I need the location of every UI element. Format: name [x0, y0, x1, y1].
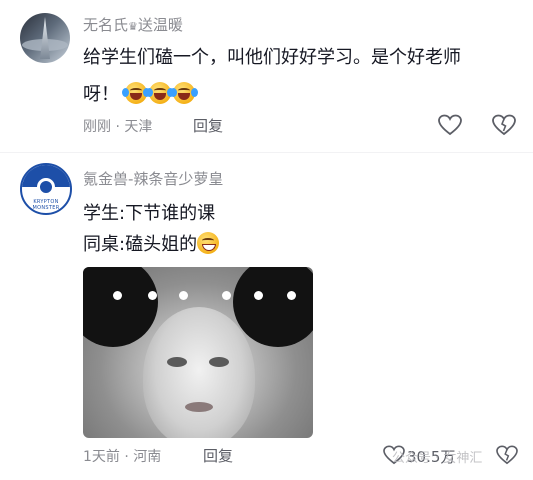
heart-outline-icon[interactable] — [438, 114, 462, 136]
comment-meta-1: 刚刚 · 天津 — [83, 119, 153, 135]
grin-emoji — [197, 232, 220, 254]
avatar-logo-text: KRYPTON MONSTER — [32, 199, 60, 211]
reply-button[interactable]: 回复 — [193, 115, 223, 136]
broken-heart-icon[interactable] — [496, 445, 518, 465]
crown-icon: ♛ — [128, 20, 138, 33]
comment-text-1: 给学生们磕一个，叫他们好好学习。是个好老师 — [83, 47, 461, 68]
username-2[interactable]: 氪金兽-辣条音少萝皇 — [83, 168, 223, 189]
laugh-cry-emoji — [169, 82, 198, 104]
comment-text-2: 学生:下节谁的课 — [83, 203, 216, 224]
laugh-cry-emoji — [145, 82, 174, 104]
comment-text-2-line2: 同桌:磕头姐的 — [83, 231, 221, 259]
divider — [0, 152, 533, 153]
comment-meta-2: 1天前 · 河南 — [83, 449, 162, 465]
avatar[interactable] — [20, 13, 70, 63]
avatar[interactable]: KRYPTON MONSTER — [20, 163, 72, 215]
meme-image[interactable] — [83, 267, 313, 438]
watermark: 公众号 · 女神汇 — [392, 451, 483, 466]
comment-text-1-line2: 呀！ — [83, 81, 198, 109]
username-1[interactable]: 无名氏♛送温暖 — [83, 14, 183, 35]
laugh-cry-emoji — [121, 82, 150, 104]
broken-heart-icon[interactable] — [492, 114, 516, 136]
reply-button[interactable]: 回复 — [203, 445, 233, 466]
